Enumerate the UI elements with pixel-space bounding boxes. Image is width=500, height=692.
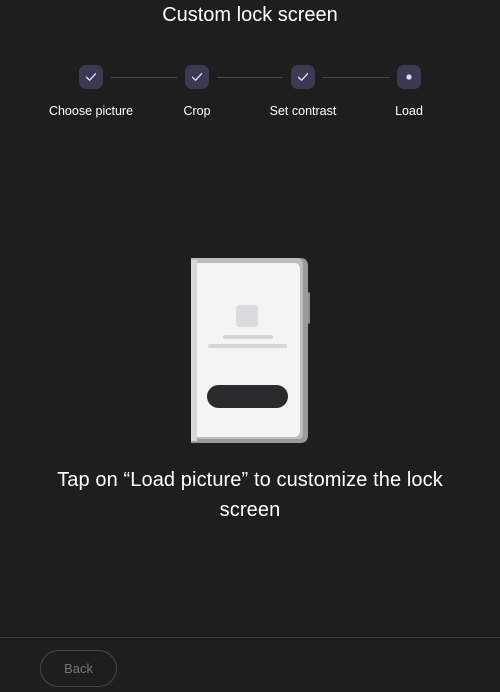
step-connector (217, 77, 283, 78)
check-icon (85, 73, 97, 81)
dot-icon (406, 74, 412, 80)
step-4-badge (397, 65, 421, 89)
check-icon (191, 73, 203, 81)
step-1-badge (79, 65, 103, 89)
phone-illustration (188, 257, 312, 447)
step-3-badge (291, 65, 315, 89)
step-3-label: Set contrast (269, 104, 337, 118)
step-2-label: Crop (183, 104, 211, 118)
progress-stepper: Choose picture Crop Set contrast Load (0, 0, 500, 130)
instruction-text: Tap on “Load picture” to customize the l… (57, 469, 443, 521)
step-1-label: Choose picture (48, 104, 134, 118)
check-icon (297, 73, 309, 81)
step-connector (323, 77, 389, 78)
step-2-badge (185, 65, 209, 89)
phone-illustration-icon (191, 258, 310, 443)
step-4-label: Load (395, 104, 423, 118)
back-button[interactable]: Back (40, 650, 117, 687)
footer-bar: Back (0, 637, 500, 692)
step-connector (111, 77, 177, 78)
